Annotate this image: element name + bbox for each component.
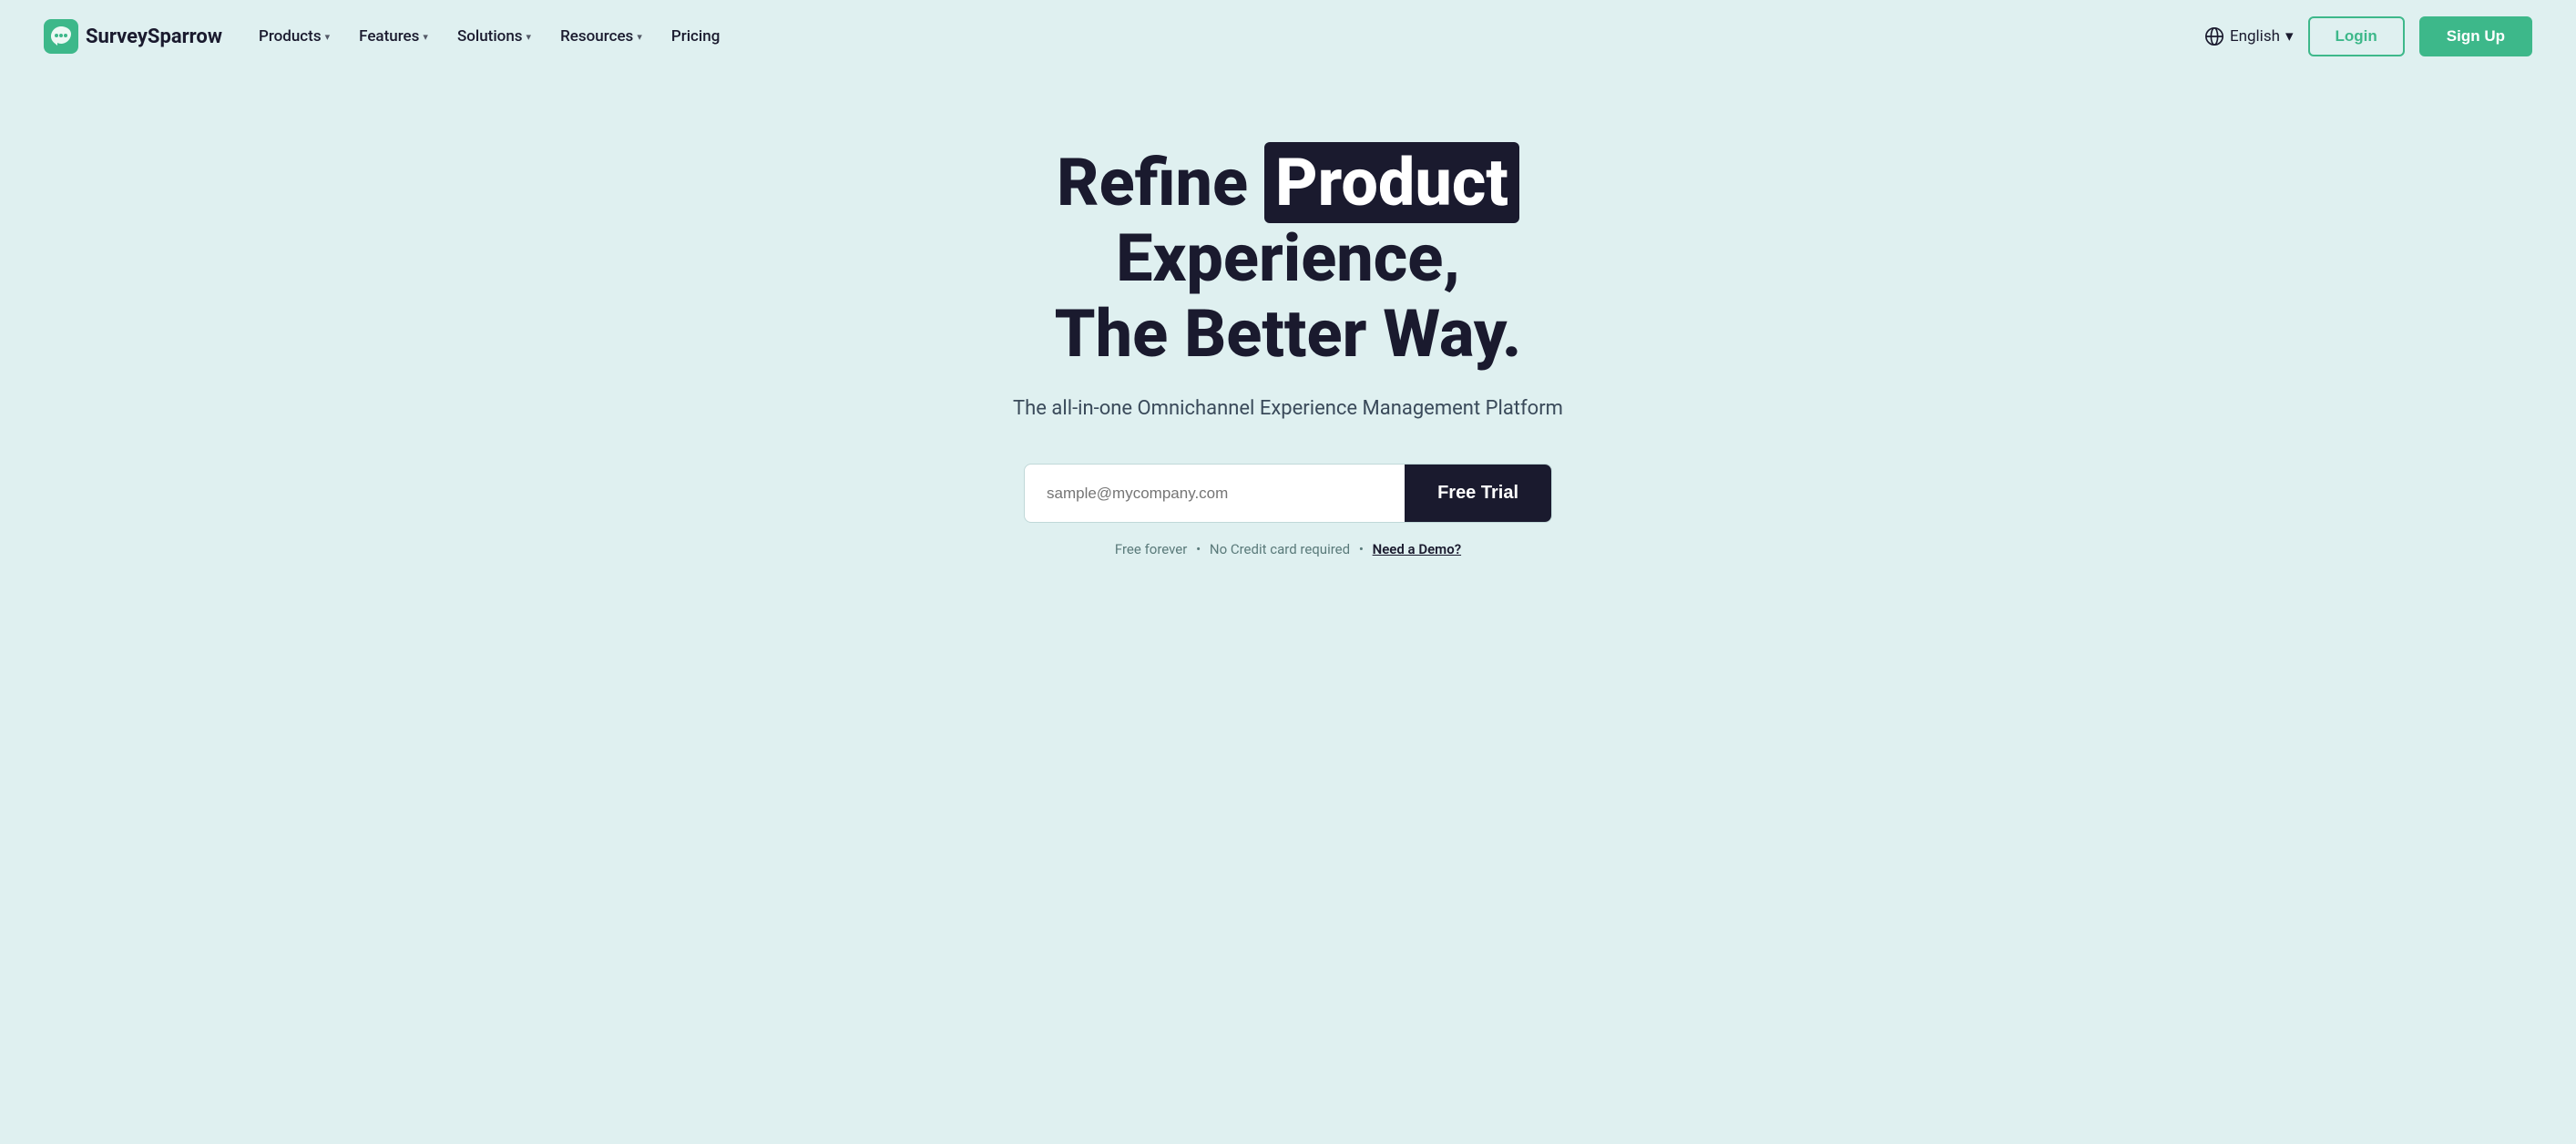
chevron-down-icon: ▾ <box>423 31 428 43</box>
footer-part2: No Credit card required <box>1210 541 1350 557</box>
logo-icon <box>44 19 78 54</box>
navbar-left: SurveySparrow Products ▾ Features ▾ Solu… <box>44 19 720 54</box>
hero-title: Refine Product Experience, The Better Wa… <box>878 146 1698 372</box>
nav-label-solutions: Solutions <box>457 27 523 46</box>
title-highlight: Product <box>1264 142 1519 223</box>
chevron-down-icon: ▾ <box>526 31 532 43</box>
language-label: English <box>2230 27 2280 46</box>
nav-item-products[interactable]: Products ▾ <box>259 27 330 46</box>
nav-label-resources: Resources <box>560 27 633 46</box>
nav-item-resources[interactable]: Resources ▾ <box>560 27 642 46</box>
footer-part1: Free forever <box>1115 541 1187 557</box>
email-input[interactable] <box>1025 465 1405 522</box>
nav-links: Products ▾ Features ▾ Solutions ▾ Resour… <box>259 27 720 46</box>
hero-footer: Free forever • No Credit card required •… <box>1115 541 1461 557</box>
nav-label-features: Features <box>359 27 419 46</box>
nav-link-solutions[interactable]: Solutions ▾ <box>457 27 531 46</box>
navbar: SurveySparrow Products ▾ Features ▾ Solu… <box>0 0 2576 73</box>
footer-dot1: • <box>1196 541 1201 557</box>
email-form: Free Trial <box>1024 464 1552 523</box>
navbar-right: English ▾ Login Sign Up <box>2204 16 2532 56</box>
nav-link-pricing[interactable]: Pricing <box>671 27 721 46</box>
nav-item-solutions[interactable]: Solutions ▾ <box>457 27 531 46</box>
title-after: Experience, <box>1116 220 1460 297</box>
footer-dot2: • <box>1359 541 1364 557</box>
login-button[interactable]: Login <box>2308 16 2405 56</box>
language-selector[interactable]: English ▾ <box>2204 26 2294 46</box>
signup-button[interactable]: Sign Up <box>2419 16 2532 56</box>
nav-link-features[interactable]: Features ▾ <box>359 27 428 46</box>
nav-link-products[interactable]: Products ▾ <box>259 27 330 46</box>
nav-label-pricing: Pricing <box>671 27 721 46</box>
title-line2: The Better Way. <box>1055 295 1522 373</box>
nav-link-resources[interactable]: Resources ▾ <box>560 27 642 46</box>
nav-item-features[interactable]: Features ▾ <box>359 27 428 46</box>
title-before: Refine <box>1057 144 1248 221</box>
chevron-down-icon: ▾ <box>2285 27 2294 46</box>
free-trial-button[interactable]: Free Trial <box>1405 465 1551 522</box>
chevron-down-icon: ▾ <box>637 31 642 43</box>
globe-icon <box>2204 26 2224 46</box>
nav-item-pricing[interactable]: Pricing <box>671 27 721 46</box>
nav-label-products: Products <box>259 27 322 46</box>
hero-subtitle: The all-in-one Omnichannel Experience Ma… <box>1013 397 1563 420</box>
hero-section: Refine Product Experience, The Better Wa… <box>0 73 2576 612</box>
demo-link[interactable]: Need a Demo? <box>1373 541 1461 557</box>
logo[interactable]: SurveySparrow <box>44 19 222 54</box>
chevron-down-icon: ▾ <box>325 31 331 43</box>
brand-name: SurveySparrow <box>86 26 222 48</box>
